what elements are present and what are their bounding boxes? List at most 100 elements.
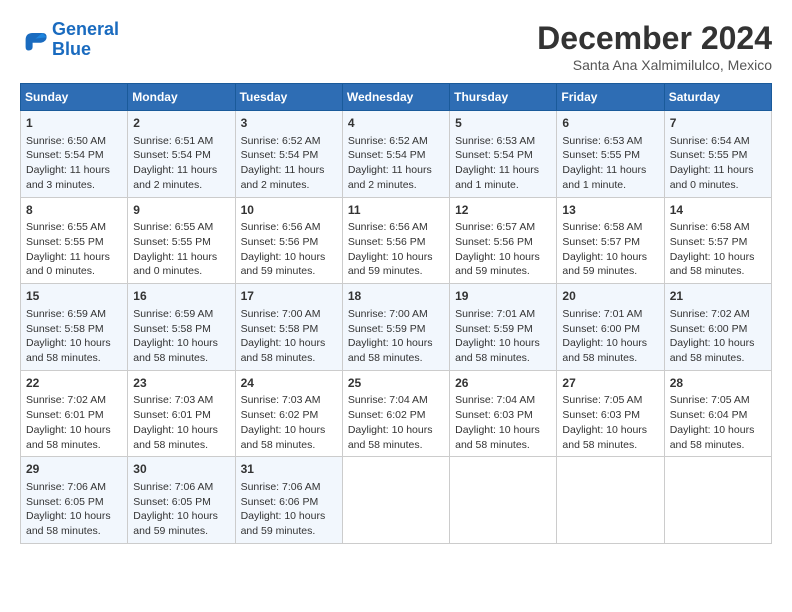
- cell-info-line: Sunset: 5:57 PM: [670, 235, 766, 250]
- cell-info-line: and 58 minutes.: [455, 351, 551, 366]
- cell-info-line: Sunset: 5:56 PM: [348, 235, 444, 250]
- calendar-cell: 18Sunrise: 7:00 AMSunset: 5:59 PMDayligh…: [342, 284, 449, 371]
- cell-info-line: Sunset: 5:54 PM: [241, 148, 337, 163]
- day-number: 27: [562, 375, 658, 392]
- cell-info-line: and 1 minute.: [455, 178, 551, 193]
- calendar-cell: 13Sunrise: 6:58 AMSunset: 5:57 PMDayligh…: [557, 197, 664, 284]
- day-number: 23: [133, 375, 229, 392]
- cell-info-line: Sunset: 6:05 PM: [133, 495, 229, 510]
- calendar-cell: 28Sunrise: 7:05 AMSunset: 6:04 PMDayligh…: [664, 370, 771, 457]
- calendar-cell: 1Sunrise: 6:50 AMSunset: 5:54 PMDaylight…: [21, 111, 128, 198]
- calendar-week-row: 29Sunrise: 7:06 AMSunset: 6:05 PMDayligh…: [21, 457, 772, 544]
- day-number: 2: [133, 115, 229, 132]
- cell-info-line: Daylight: 10 hours: [455, 336, 551, 351]
- day-number: 21: [670, 288, 766, 305]
- cell-info-line: and 58 minutes.: [26, 438, 122, 453]
- cell-info-line: and 58 minutes.: [241, 351, 337, 366]
- cell-info-line: Daylight: 10 hours: [670, 336, 766, 351]
- cell-info-line: Sunrise: 7:01 AM: [562, 307, 658, 322]
- cell-info-line: and 58 minutes.: [348, 438, 444, 453]
- cell-info-line: Daylight: 10 hours: [455, 250, 551, 265]
- calendar-cell: 15Sunrise: 6:59 AMSunset: 5:58 PMDayligh…: [21, 284, 128, 371]
- cell-info-line: Sunrise: 7:02 AM: [26, 393, 122, 408]
- cell-info-line: Sunset: 5:58 PM: [241, 322, 337, 337]
- cell-info-line: Daylight: 10 hours: [26, 423, 122, 438]
- logo: General Blue: [20, 20, 119, 60]
- cell-info-line: Daylight: 10 hours: [670, 423, 766, 438]
- cell-info-line: Sunset: 5:58 PM: [133, 322, 229, 337]
- cell-info-line: Sunrise: 6:55 AM: [26, 220, 122, 235]
- calendar-cell: 3Sunrise: 6:52 AMSunset: 5:54 PMDaylight…: [235, 111, 342, 198]
- cell-info-line: Sunset: 6:05 PM: [26, 495, 122, 510]
- cell-info-line: Sunset: 5:54 PM: [455, 148, 551, 163]
- weekday-header-thursday: Thursday: [450, 84, 557, 111]
- cell-info-line: Daylight: 11 hours: [26, 163, 122, 178]
- cell-info-line: Sunrise: 7:05 AM: [562, 393, 658, 408]
- calendar-cell: 6Sunrise: 6:53 AMSunset: 5:55 PMDaylight…: [557, 111, 664, 198]
- cell-info-line: Sunrise: 7:00 AM: [241, 307, 337, 322]
- cell-info-line: and 58 minutes.: [348, 351, 444, 366]
- cell-info-line: Daylight: 11 hours: [241, 163, 337, 178]
- cell-info-line: Sunrise: 6:55 AM: [133, 220, 229, 235]
- logo-text: General Blue: [52, 20, 119, 60]
- calendar-cell: 31Sunrise: 7:06 AMSunset: 6:06 PMDayligh…: [235, 457, 342, 544]
- cell-info-line: Sunrise: 6:58 AM: [562, 220, 658, 235]
- cell-info-line: and 58 minutes.: [241, 438, 337, 453]
- weekday-header-monday: Monday: [128, 84, 235, 111]
- cell-info-line: Sunrise: 7:06 AM: [133, 480, 229, 495]
- cell-info-line: Sunrise: 6:53 AM: [455, 134, 551, 149]
- day-number: 19: [455, 288, 551, 305]
- calendar-header-row: SundayMondayTuesdayWednesdayThursdayFrid…: [21, 84, 772, 111]
- calendar-cell: 12Sunrise: 6:57 AMSunset: 5:56 PMDayligh…: [450, 197, 557, 284]
- day-number: 13: [562, 202, 658, 219]
- calendar-cell: 30Sunrise: 7:06 AMSunset: 6:05 PMDayligh…: [128, 457, 235, 544]
- day-number: 8: [26, 202, 122, 219]
- cell-info-line: Sunset: 5:56 PM: [241, 235, 337, 250]
- cell-info-line: and 2 minutes.: [241, 178, 337, 193]
- cell-info-line: Sunset: 5:54 PM: [26, 148, 122, 163]
- cell-info-line: and 58 minutes.: [670, 264, 766, 279]
- calendar-cell: 2Sunrise: 6:51 AMSunset: 5:54 PMDaylight…: [128, 111, 235, 198]
- day-number: 22: [26, 375, 122, 392]
- cell-info-line: Sunrise: 7:03 AM: [241, 393, 337, 408]
- calendar-week-row: 22Sunrise: 7:02 AMSunset: 6:01 PMDayligh…: [21, 370, 772, 457]
- calendar-week-row: 8Sunrise: 6:55 AMSunset: 5:55 PMDaylight…: [21, 197, 772, 284]
- cell-info-line: Daylight: 10 hours: [348, 336, 444, 351]
- cell-info-line: Sunrise: 7:04 AM: [348, 393, 444, 408]
- day-number: 28: [670, 375, 766, 392]
- cell-info-line: Sunset: 6:00 PM: [562, 322, 658, 337]
- calendar-cell: 16Sunrise: 6:59 AMSunset: 5:58 PMDayligh…: [128, 284, 235, 371]
- day-number: 16: [133, 288, 229, 305]
- calendar-cell: 29Sunrise: 7:06 AMSunset: 6:05 PMDayligh…: [21, 457, 128, 544]
- cell-info-line: Sunset: 5:58 PM: [26, 322, 122, 337]
- location-subtitle: Santa Ana Xalmimilulco, Mexico: [537, 57, 772, 73]
- weekday-header-friday: Friday: [557, 84, 664, 111]
- cell-info-line: and 2 minutes.: [348, 178, 444, 193]
- day-number: 6: [562, 115, 658, 132]
- cell-info-line: Sunrise: 6:52 AM: [348, 134, 444, 149]
- cell-info-line: and 0 minutes.: [26, 264, 122, 279]
- cell-info-line: Sunset: 6:00 PM: [670, 322, 766, 337]
- calendar-cell: 23Sunrise: 7:03 AMSunset: 6:01 PMDayligh…: [128, 370, 235, 457]
- cell-info-line: Daylight: 10 hours: [241, 250, 337, 265]
- month-title: December 2024: [537, 20, 772, 57]
- cell-info-line: and 58 minutes.: [133, 438, 229, 453]
- calendar-cell: 21Sunrise: 7:02 AMSunset: 6:00 PMDayligh…: [664, 284, 771, 371]
- cell-info-line: Sunrise: 7:01 AM: [455, 307, 551, 322]
- cell-info-line: Sunrise: 6:56 AM: [241, 220, 337, 235]
- cell-info-line: Daylight: 10 hours: [241, 336, 337, 351]
- cell-info-line: and 58 minutes.: [670, 351, 766, 366]
- cell-info-line: Daylight: 10 hours: [455, 423, 551, 438]
- day-number: 18: [348, 288, 444, 305]
- cell-info-line: Sunrise: 6:56 AM: [348, 220, 444, 235]
- cell-info-line: Daylight: 11 hours: [562, 163, 658, 178]
- calendar-cell: 10Sunrise: 6:56 AMSunset: 5:56 PMDayligh…: [235, 197, 342, 284]
- day-number: 12: [455, 202, 551, 219]
- day-number: 31: [241, 461, 337, 478]
- day-number: 3: [241, 115, 337, 132]
- calendar-week-row: 1Sunrise: 6:50 AMSunset: 5:54 PMDaylight…: [21, 111, 772, 198]
- cell-info-line: Sunset: 5:55 PM: [26, 235, 122, 250]
- cell-info-line: and 59 minutes.: [241, 524, 337, 539]
- cell-info-line: Sunrise: 6:59 AM: [26, 307, 122, 322]
- weekday-header-tuesday: Tuesday: [235, 84, 342, 111]
